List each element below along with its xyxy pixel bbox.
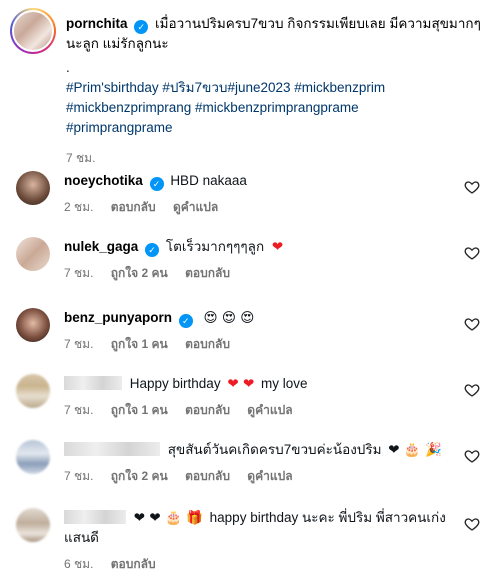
comment-time: 2 ชม. <box>64 200 94 214</box>
reply-button[interactable]: ตอบกลับ <box>111 557 156 571</box>
commenter-username-redacted[interactable] <box>64 510 126 524</box>
caption-meta: 7 ชม. <box>66 148 486 168</box>
comment-emoji: ❤ <box>271 239 284 255</box>
commenter-username-redacted[interactable] <box>64 376 122 390</box>
verified-badge-icon: ✓ <box>145 243 160 257</box>
comment-time: 7 ชม. <box>64 403 94 417</box>
commenter-avatar[interactable] <box>16 237 50 271</box>
caption-dot: . <box>66 60 70 75</box>
caption-text: เมื่อวานปริมครบ7ขวบ กิจกรรมเพียบเลย มีคว… <box>66 16 481 51</box>
comment-text: สุขสันต์วันคเกิดครบ7ขวบค่ะน้องปริม <box>167 442 382 457</box>
comment-emoji: ❤ ❤ <box>227 376 255 392</box>
comment-time: 7 ชม. <box>64 469 94 483</box>
heart-outline-icon[interactable] <box>464 179 480 195</box>
caption-time: 7 ชม. <box>66 151 96 165</box>
commenter-username[interactable]: nulek_gaga <box>64 239 138 254</box>
caption-body: pornchita ✓ เมื่อวานปริมครบ7ขวบ กิจกรรมเ… <box>66 14 486 168</box>
comment-time: 7 ชม. <box>64 337 94 351</box>
reply-button[interactable]: ตอบกลับ <box>111 200 156 214</box>
likes-count[interactable]: ถูกใจ 1 คน <box>111 337 168 351</box>
hashtags-line-1[interactable]: #Prim'sbirthday #ปริม7ขวบ#june2023 #mick… <box>66 78 486 98</box>
reply-button[interactable]: ตอบกลับ <box>185 337 230 351</box>
comment-text: happy birthday นะคะ พี่ปริม พี่สาวคนเก่ง <box>209 510 446 525</box>
comment-text: Happy birthday <box>129 376 221 391</box>
comment-emoji: ❤ ❤ 🎂 🎁 <box>133 510 203 526</box>
commenter-avatar[interactable] <box>16 171 50 205</box>
verified-badge-icon: ✓ <box>149 177 164 191</box>
translate-button[interactable]: ดูคำแปล <box>173 200 218 214</box>
commenter-avatar[interactable] <box>16 308 50 342</box>
reply-button[interactable]: ตอบกลับ <box>185 403 230 417</box>
heart-outline-icon[interactable] <box>464 245 480 261</box>
comment-time: 7 ชม. <box>64 266 94 280</box>
commenter-avatar[interactable] <box>16 374 50 408</box>
likes-count[interactable]: ถูกใจ 1 คน <box>111 403 168 417</box>
verified-badge-icon: ✓ <box>134 20 149 34</box>
comment-emoji: 😍 😍 😍 <box>203 310 255 326</box>
comment-text: โตเร็วมากๆๆๆลูก <box>165 239 265 254</box>
commenter-username-redacted[interactable] <box>64 442 160 456</box>
hashtags-line-3[interactable]: #primprangprame <box>66 118 486 138</box>
comment-text-2: my love <box>261 376 308 391</box>
author-avatar[interactable] <box>10 8 56 54</box>
comment-text: HBD nakaaa <box>170 173 247 188</box>
comment-text-line-2: แสนดี <box>64 530 99 545</box>
hashtags-line-2[interactable]: #mickbenzprimprang #mickbenzprimprangpra… <box>66 98 486 118</box>
heart-outline-icon[interactable] <box>464 382 480 398</box>
heart-outline-icon[interactable] <box>464 316 480 332</box>
reply-button[interactable]: ตอบกลับ <box>185 469 230 483</box>
reply-button[interactable]: ตอบกลับ <box>185 266 230 280</box>
heart-outline-icon[interactable] <box>464 448 480 464</box>
commenter-avatar[interactable] <box>16 440 50 474</box>
translate-button[interactable]: ดูคำแปล <box>247 403 292 417</box>
likes-count[interactable]: ถูกใจ 2 คน <box>111 266 168 280</box>
translate-button[interactable]: ดูคำแปล <box>247 469 292 483</box>
commenter-avatar[interactable] <box>16 508 50 542</box>
commenter-username[interactable]: benz_punyaporn <box>64 310 172 325</box>
heart-outline-icon[interactable] <box>464 516 480 532</box>
commenter-username[interactable]: noeychotika <box>64 173 143 188</box>
likes-count[interactable]: ถูกใจ 2 คน <box>111 469 168 483</box>
verified-badge-icon: ✓ <box>178 314 193 328</box>
comment-time: 6 ชม. <box>64 557 94 571</box>
author-username[interactable]: pornchita <box>66 16 128 31</box>
comment-emoji: ❤ 🎂 🎉 <box>388 442 442 458</box>
